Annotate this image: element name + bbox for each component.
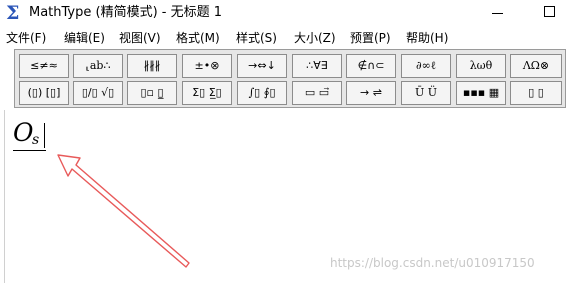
fences-template-button[interactable]: (▯) [▯] [19, 81, 69, 105]
equation-formula[interactable]: O s [13, 118, 53, 154]
menu-size[interactable]: 大小(Z) [294, 30, 336, 46]
misc-symbols-palette-button[interactable]: ∂∞ℓ [401, 54, 451, 78]
mathtype-sigma-icon: Σ [6, 2, 20, 24]
insertion-caret [44, 123, 45, 148]
arrows-palette-button[interactable]: →⇔↓ [237, 54, 287, 78]
window-title: MathType (精简模式) - 无标题 1 [29, 5, 223, 20]
watermark-text: https://blog.csdn.net/u010917150 [330, 256, 535, 270]
labeled-arrow-template-button[interactable]: → ⇌ [346, 81, 396, 105]
menu-edit[interactable]: 编辑(E) [64, 30, 105, 46]
logic-palette-button[interactable]: ∴∀∃ [292, 54, 342, 78]
menu-format[interactable]: 格式(M) [176, 30, 220, 46]
underbar-overbar-template-button[interactable]: ▭ ▭⃗ [292, 81, 342, 105]
greek-upper-palette-button[interactable]: ΛΩ⊗ [510, 54, 562, 78]
editor-left-edge [4, 110, 5, 283]
menu-file[interactable]: 文件(F) [6, 30, 46, 46]
products-template-button[interactable]: Ū Ü [401, 81, 451, 105]
operators-palette-button[interactable]: ±•⊗ [182, 54, 232, 78]
menu-help[interactable]: 帮助(H) [406, 30, 448, 46]
formula-base-variable: O [13, 118, 34, 147]
boxes-template-button[interactable]: ▯ ▯ [510, 81, 562, 105]
maximize-button[interactable] [544, 6, 555, 17]
menu-view[interactable]: 视图(V) [119, 30, 161, 46]
menu-bar: 文件(F) 编辑(E) 视图(V) 格式(M) 样式(S) 大小(Z) 预置(P… [0, 28, 574, 48]
matrix-template-button[interactable]: ▪▪▪ ▦ [456, 81, 506, 105]
minimize-button[interactable] [492, 13, 503, 14]
symbol-palette-toolbar: ≤≠≈ ⸤ab∴ ∦∦∦ ±•⊗ →⇔↓ ∴∀∃ ∉∩⊂ ∂∞ℓ λωθ ΛΩ⊗… [14, 49, 566, 108]
summation-template-button[interactable]: Σ▯ Σ̲▯ [182, 81, 232, 105]
menu-style[interactable]: 样式(S) [236, 30, 277, 46]
fraction-radical-template-button[interactable]: ▯/▯ √▯ [73, 81, 123, 105]
formula-underline [13, 150, 46, 151]
integral-template-button[interactable]: ∫▯ ∮▯ [237, 81, 287, 105]
menu-preferences[interactable]: 预置(P) [350, 30, 391, 46]
sets-palette-button[interactable]: ∉∩⊂ [346, 54, 396, 78]
relations-palette-button[interactable]: ≤≠≈ [19, 54, 69, 78]
title-bar: Σ MathType (精简模式) - 无标题 1 [0, 0, 574, 27]
embellishments-palette-button[interactable]: ∦∦∦ [127, 54, 177, 78]
greek-lower-palette-button[interactable]: λωθ [456, 54, 506, 78]
subscript-superscript-template-button[interactable]: ▯▫ ▯̲ [127, 81, 177, 105]
spaces-palette-button[interactable]: ⸤ab∴ [73, 54, 123, 78]
formula-subscript: s [32, 132, 40, 148]
